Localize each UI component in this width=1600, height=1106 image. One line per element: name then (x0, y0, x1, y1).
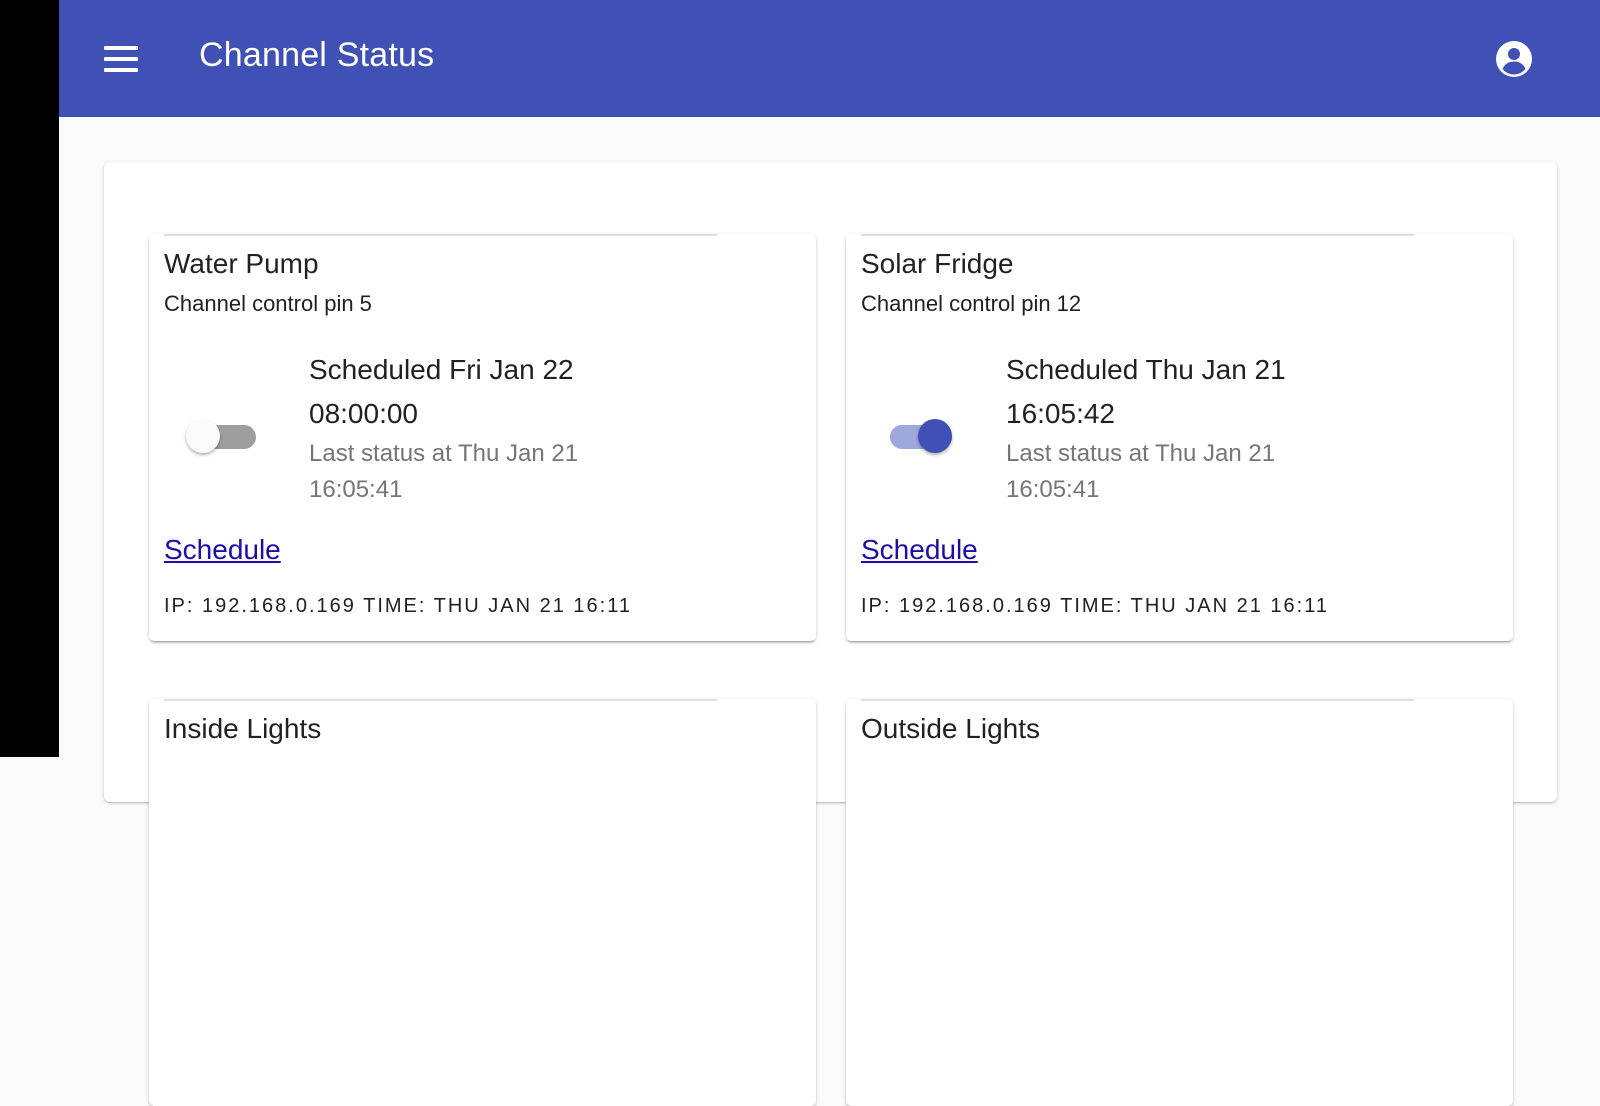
card-divider (164, 699, 717, 701)
schedule-link[interactable]: Schedule (164, 534, 281, 566)
schedule-link[interactable]: Schedule (861, 534, 978, 566)
channel-name: Inside Lights (164, 713, 322, 744)
account-circle-icon[interactable] (1494, 39, 1534, 79)
ip-time-footer: IP: 192.168.0.169 TIME: THU JAN 21 16:11 (861, 595, 1329, 617)
channel-name: Solar Fridge (861, 248, 1014, 279)
card-divider (861, 699, 1414, 701)
channel-card-water-pump: Water Pump Channel control pin 5 Schedul… (149, 234, 816, 641)
channel-name: Water Pump (164, 248, 319, 279)
card-divider (861, 234, 1414, 236)
last-status: Last status at Thu Jan 21 16:05:41 (309, 440, 579, 503)
channel-toggle-switch[interactable] (186, 414, 262, 454)
channel-pin: Channel control pin 12 (861, 291, 1082, 316)
switch-thumb (186, 419, 220, 453)
app-bar: Channel Status (59, 0, 1600, 117)
card-divider (164, 234, 717, 236)
left-black-strip (0, 0, 59, 757)
channel-pin: Channel control pin 5 (164, 291, 372, 316)
channel-card-outside-lights: Outside Lights (846, 699, 1513, 1106)
menu-icon[interactable] (104, 46, 140, 72)
scheduled-time: Scheduled Thu Jan 21 16:05:42 (1006, 354, 1286, 429)
channel-name: Outside Lights (861, 713, 1040, 744)
channel-card-inside-lights: Inside Lights (149, 699, 816, 1106)
scheduled-time: Scheduled Fri Jan 22 08:00:00 (309, 354, 574, 429)
switch-thumb (918, 419, 952, 453)
channel-card-solar-fridge: Solar Fridge Channel control pin 12 Sche… (846, 234, 1513, 641)
channels-container: Water Pump Channel control pin 5 Schedul… (104, 162, 1557, 1106)
channel-toggle-switch[interactable] (882, 414, 958, 454)
ip-time-footer: IP: 192.168.0.169 TIME: THU JAN 21 16:11 (164, 595, 632, 617)
page-title: Channel Status (199, 36, 435, 74)
last-status: Last status at Thu Jan 21 16:05:41 (1006, 440, 1276, 503)
